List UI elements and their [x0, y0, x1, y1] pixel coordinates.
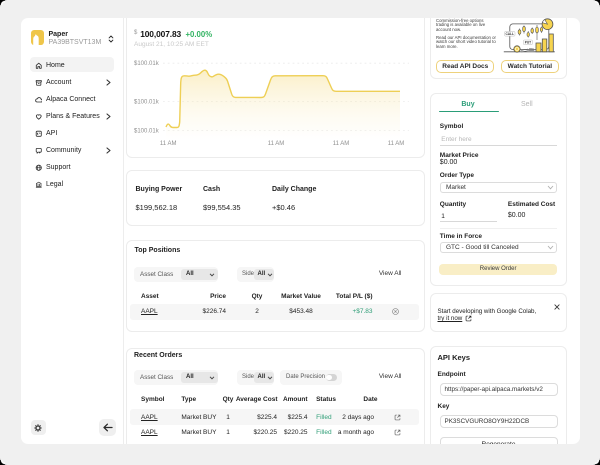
svg-text:11 AM: 11 AM: [160, 141, 177, 147]
svg-text:$100.01k: $100.01k: [134, 128, 160, 134]
svg-text:CALL: CALL: [505, 32, 514, 36]
svg-text:$100.01k: $100.01k: [134, 61, 160, 67]
svg-text:11 AM: 11 AM: [268, 141, 285, 147]
svg-text:$100.01k: $100.01k: [134, 99, 160, 105]
svg-text:11 AM: 11 AM: [388, 141, 405, 147]
svg-text:11 AM: 11 AM: [333, 141, 350, 147]
svg-text:PUT: PUT: [525, 41, 531, 45]
